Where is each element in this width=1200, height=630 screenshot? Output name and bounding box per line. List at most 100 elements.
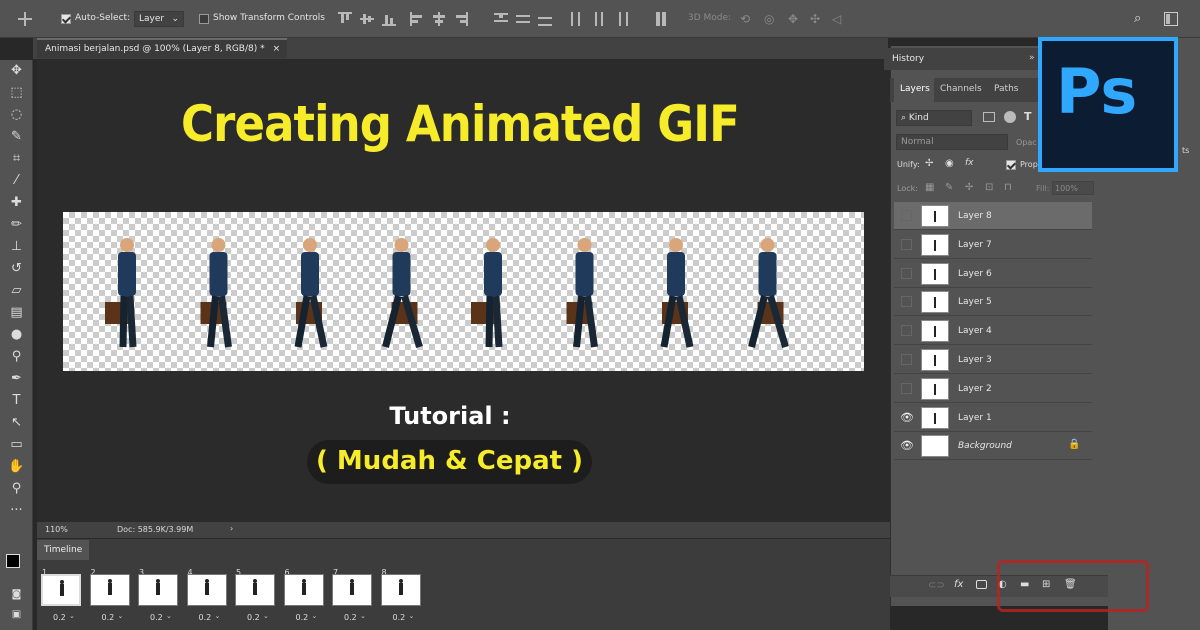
brush-tool-icon[interactable]: ✏ (0, 214, 33, 236)
lock-artboard-icon[interactable]: ⊡ (985, 182, 993, 193)
chevron-down-icon[interactable]: ⌄ (69, 612, 75, 620)
lock-all-icon[interactable]: ⊓ (1004, 182, 1012, 193)
show-transform-checkbox[interactable] (199, 14, 209, 24)
frame-delay[interactable]: 0.2 (247, 613, 260, 622)
tab-paths[interactable]: Paths (994, 84, 1018, 94)
visibility-toggle[interactable] (901, 267, 912, 279)
chevron-down-icon[interactable]: ⌄ (166, 612, 172, 620)
timeline-frame[interactable]: 5 0.2 ⌄ (233, 566, 279, 628)
dodge-tool-icon[interactable]: ⚲ (0, 346, 33, 368)
quick-mask-icon[interactable]: ◙ (0, 584, 33, 606)
timeline-frame[interactable]: 4 0.2 ⌄ (185, 566, 231, 628)
healing-tool-icon[interactable]: ✚ (0, 192, 33, 214)
zoom-tool-icon[interactable]: ⚲ (0, 478, 33, 500)
frame-delay[interactable]: 0.2 (344, 613, 357, 622)
visibility-toggle[interactable] (901, 296, 912, 308)
distribute-left-icon[interactable] (570, 12, 584, 26)
move-tool-icon[interactable]: ✥ (0, 60, 33, 82)
timeline-frame[interactable]: 8 0.2 ⌄ (379, 566, 425, 628)
type-tool-icon[interactable]: T (0, 390, 33, 412)
close-icon[interactable]: × (273, 44, 281, 54)
rectangle-tool-icon[interactable]: ▭ (0, 434, 33, 456)
chevron-down-icon[interactable]: ⌄ (312, 612, 318, 620)
chevron-down-icon[interactable]: ⌄ (263, 612, 269, 620)
fill-value[interactable]: 100% (1052, 181, 1094, 195)
move-tool-icon[interactable] (18, 12, 32, 26)
layer-style-icon[interactable]: fx (954, 579, 963, 590)
quick-select-tool-icon[interactable]: ✎ (0, 126, 33, 148)
3d-scale-icon[interactable]: ◁ (832, 12, 846, 26)
chevron-down-icon[interactable]: ⌄ (409, 612, 415, 620)
unify-visibility-icon[interactable]: ◉ (945, 158, 954, 169)
tab-layers[interactable]: Layers (894, 78, 934, 102)
filter-adjustment-icon[interactable] (1004, 111, 1016, 123)
chevron-down-icon[interactable]: ⌄ (215, 612, 221, 620)
filter-pixel-icon[interactable] (983, 112, 995, 122)
layer-row[interactable]: Layer 6 (894, 259, 1092, 288)
collapse-icon[interactable]: » (1029, 53, 1035, 63)
filter-type-icon[interactable]: T (1024, 110, 1032, 123)
timeline-tab[interactable]: Timeline (37, 540, 89, 560)
align-top-icon[interactable] (338, 12, 352, 26)
timeline-frame[interactable]: 3 0.2 ⌄ (136, 566, 182, 628)
lasso-tool-icon[interactable]: ◌ (0, 104, 33, 126)
timeline-frame[interactable]: 1 0.2 ⌄ (39, 566, 85, 628)
screen-mode-icon[interactable]: ▣ (0, 604, 33, 626)
chevron-right-icon[interactable]: › (230, 524, 233, 533)
distribute-hcenter-icon[interactable] (592, 12, 606, 26)
lock-pixels-icon[interactable]: ✎ (945, 182, 953, 193)
timeline-frame[interactable]: 6 0.2 ⌄ (282, 566, 328, 628)
timeline-frame[interactable]: 2 0.2 ⌄ (88, 566, 134, 628)
eye-icon[interactable]: 👁 (900, 411, 914, 424)
marquee-tool-icon[interactable]: ⬚ (0, 82, 33, 104)
distribute-top-icon[interactable] (494, 12, 508, 26)
layer-row[interactable]: Layer 5 (894, 288, 1092, 317)
eyedropper-tool-icon[interactable]: ⁄ (0, 170, 33, 192)
link-layers-icon[interactable]: ⊂⊃ (928, 580, 945, 591)
align-hcenter-icon[interactable] (432, 12, 446, 26)
eraser-tool-icon[interactable]: ▱ (0, 280, 33, 302)
zoom-level[interactable]: 110% (45, 525, 68, 534)
distribute-vcenter-icon[interactable] (516, 12, 530, 26)
frame-delay[interactable]: 0.2 (53, 613, 66, 622)
visibility-toggle[interactable] (901, 382, 912, 394)
3d-drag-icon[interactable]: ✥ (788, 12, 802, 26)
unify-style-icon[interactable]: fx (965, 158, 974, 168)
workspace-icon[interactable] (1164, 12, 1178, 26)
tab-channels[interactable]: Channels (940, 84, 982, 94)
layer-row[interactable]: 👁 Layer 1 (894, 403, 1092, 432)
align-bottom-icon[interactable] (382, 12, 396, 26)
crop-tool-icon[interactable]: ⌗ (0, 148, 33, 170)
3d-orbit-icon[interactable]: ⟲ (740, 12, 754, 26)
layer-mask-icon[interactable] (976, 580, 987, 589)
3d-roll-icon[interactable]: ◎ (764, 12, 778, 26)
visibility-toggle[interactable] (901, 210, 912, 221)
foreground-color-swatch[interactable] (6, 554, 20, 568)
eye-icon[interactable]: 👁 (900, 439, 914, 452)
auto-select-dropdown[interactable]: Layer ⌄ (134, 11, 184, 27)
visibility-toggle[interactable] (901, 354, 912, 365)
frame-delay[interactable]: 0.2 (150, 613, 163, 622)
align-left-icon[interactable] (410, 12, 424, 26)
propagate-checkbox[interactable] (1006, 160, 1016, 170)
path-select-tool-icon[interactable]: ↖ (0, 412, 33, 434)
blur-tool-icon[interactable]: ● (0, 324, 33, 346)
more-tools-icon[interactable]: ··· (0, 500, 33, 522)
visibility-toggle[interactable] (901, 325, 912, 337)
filter-kind-dropdown[interactable]: ⌕ Kind (896, 110, 972, 126)
hand-tool-icon[interactable]: ✋ (0, 456, 33, 478)
pen-tool-icon[interactable]: ✒ (0, 368, 33, 390)
layer-row[interactable]: 👁 Background 🔒 (894, 432, 1092, 461)
layer-row[interactable]: Layer 8 (894, 202, 1092, 230)
frame-delay[interactable]: 0.2 (199, 613, 212, 622)
layer-row[interactable]: Layer 7 (894, 230, 1092, 259)
history-brush-tool-icon[interactable]: ↺ (0, 258, 33, 280)
auto-select-checkbox[interactable] (61, 14, 71, 24)
layer-row[interactable]: Layer 2 (894, 374, 1092, 403)
blend-mode-dropdown[interactable]: Normal (896, 134, 1008, 150)
align-right-icon[interactable] (454, 12, 468, 26)
layer-row[interactable]: Layer 3 (894, 346, 1092, 374)
auto-align-icon[interactable] (654, 12, 668, 26)
document-tab[interactable]: Animasi berjalan.psd @ 100% (Layer 8, RG… (37, 38, 287, 58)
distribute-right-icon[interactable] (614, 12, 628, 26)
